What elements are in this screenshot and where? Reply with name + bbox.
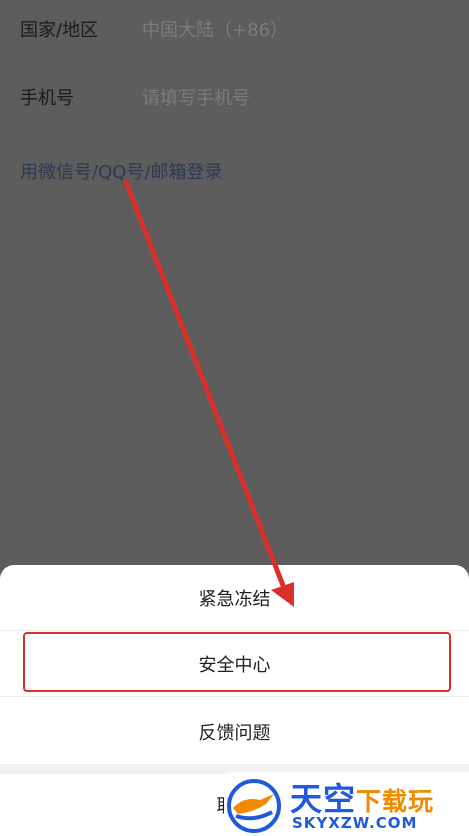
security-center-highlight: [23, 632, 451, 692]
watermark-url: SKYXZW.COM: [292, 814, 418, 832]
site-watermark: 天空下载玩 SKYXZW.COM: [224, 772, 469, 836]
phone-number-row[interactable]: 手机号 请填写手机号: [20, 83, 250, 111]
feedback-button[interactable]: 反馈问题: [0, 699, 469, 765]
watermark-title-sub: 下载玩: [356, 787, 435, 816]
country-region-value: 中国大陆（+86）: [142, 20, 288, 41]
country-region-row[interactable]: 国家/地区 中国大陆（+86）: [20, 15, 288, 43]
emergency-freeze-button[interactable]: 紧急冻结: [0, 565, 469, 631]
phone-number-input[interactable]: 请填写手机号: [142, 84, 250, 110]
alternative-login-link[interactable]: 用微信号/QQ号/邮箱登录: [20, 158, 222, 184]
country-region-label: 国家/地区: [20, 20, 99, 41]
airplane-logo-icon: [227, 779, 281, 833]
phone-number-label: 手机号: [20, 88, 74, 109]
watermark-title-main: 天空: [290, 780, 357, 818]
